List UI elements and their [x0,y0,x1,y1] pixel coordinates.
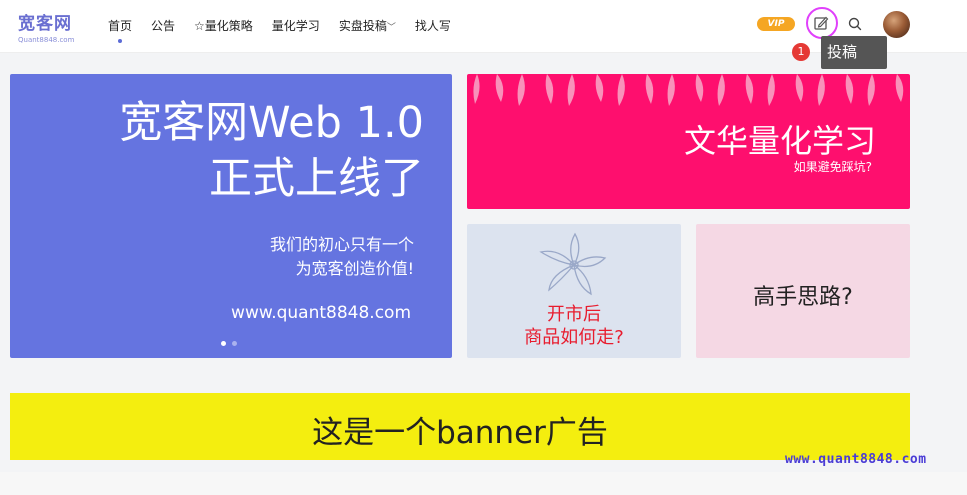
chevron-down-icon: ﹀ [386,23,396,33]
nav-item-quant-learning[interactable]: 量化学习 [272,17,320,34]
promo-card-title: 文华量化学习 [683,122,876,160]
main-nav: 首页 公告 ☆量化策略 量化学习 实盘投稿﹀ 找人写 [108,17,470,43]
nav-item-quant-strategy[interactable]: ☆量化策略 [194,17,253,34]
nav-item-hire-writer[interactable]: 找人写 [415,17,451,34]
banner-title-line2: 正式上线了 [209,154,424,204]
search-icon[interactable] [848,17,862,31]
main-carousel-banner[interactable]: 宽客网Web 1.0 正式上线了 我们的初心只有一个 为宽客创造价值! www.… [10,74,452,358]
edit-icon[interactable] [810,12,832,34]
notification-badge: 1 [792,43,810,61]
promo-card-title: 高手思路? [753,285,853,310]
promo-card-quant-learning[interactable]: 文华量化学习 如果避免踩坑? [467,74,910,209]
promo-card-subtitle: 如果避免踩坑? [793,160,872,174]
avatar[interactable] [883,11,910,38]
logo-subtext: Quant8848.com [18,36,75,44]
ad-banner-text: 这是一个banner广告 [312,415,608,451]
banner-subtitle-line2: 为宽客创造价值! [295,259,414,278]
footer-strip [0,472,967,495]
post-tooltip: 投稿 [821,36,887,69]
promo-card-expert-ideas[interactable]: 高手思路? [696,224,910,358]
leaf-pattern-decoration [473,74,904,106]
carousel-dots [221,341,243,346]
vip-badge[interactable]: VIP [757,17,795,31]
site-logo[interactable]: 宽客网 Quant8848.com [18,9,74,44]
carousel-dot-1[interactable] [221,341,226,346]
banner-title-line1: 宽客网Web 1.0 [119,98,424,148]
logo-text: 宽客网 [18,14,72,34]
promo-card-line2: 商品如何走? [524,327,624,348]
promo-card-market-open[interactable]: 开市后 商品如何走? [467,224,681,358]
nav-item-home[interactable]: 首页 [108,17,132,43]
carousel-dot-2[interactable] [232,341,237,346]
banner-url: www.quant8848.com [231,303,411,323]
nav-item-live-submission[interactable]: 实盘投稿﹀ [339,17,396,34]
site-watermark: www.quant8848.com [785,452,927,467]
banner-subtitle-line1: 我们的初心只有一个 [269,235,414,254]
ad-banner[interactable]: 这是一个banner广告 [10,393,910,460]
nav-item-announcements[interactable]: 公告 [151,17,175,34]
nav-item-live-submission-label: 实盘投稿 [338,19,387,33]
flower-icon [539,232,607,296]
